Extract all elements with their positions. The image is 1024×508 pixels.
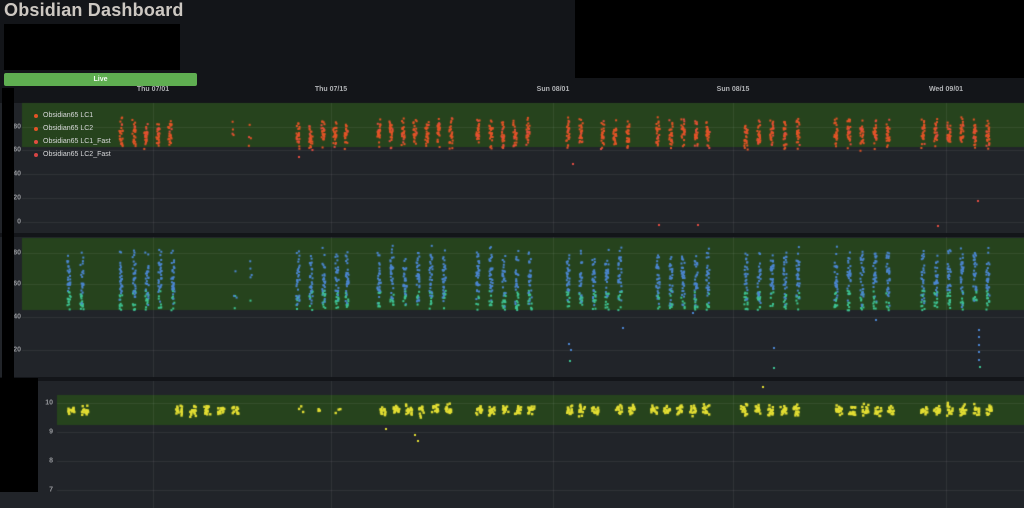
time-axis-label: Sun 08/01 bbox=[537, 86, 570, 93]
series-dot-icon bbox=[34, 114, 38, 118]
series-dot-icon bbox=[34, 127, 38, 131]
y-tick-label: 60 bbox=[13, 147, 21, 154]
y-tick-label: 8 bbox=[49, 458, 53, 465]
time-axis-label: Thu 07/15 bbox=[315, 86, 347, 93]
y-tick-label: 9 bbox=[49, 429, 53, 436]
legend-item[interactable]: Obsidian65 LC2 bbox=[34, 122, 111, 135]
legend-item[interactable]: Obsidian65 LC1_Fast bbox=[34, 135, 111, 148]
live-button[interactable]: Live bbox=[4, 73, 197, 86]
legend: Obsidian65 LC1 Obsidian65 LC2 Obsidian65… bbox=[34, 109, 111, 161]
redacted-strip-left bbox=[2, 88, 14, 378]
y-tick-label: 40 bbox=[13, 171, 21, 178]
time-axis-label: Wed 09/01 bbox=[929, 86, 963, 93]
legend-label: Obsidian65 LC2_Fast bbox=[43, 151, 111, 158]
y-tick-label: 7 bbox=[49, 487, 53, 494]
legend-label: Obsidian65 LC2 bbox=[43, 125, 93, 132]
y-tick-label: 60 bbox=[13, 281, 21, 288]
legend-item[interactable]: Obsidian65 LC1 bbox=[34, 109, 111, 122]
time-axis-label: Sun 08/15 bbox=[717, 86, 750, 93]
y-tick-label: 80 bbox=[13, 124, 21, 131]
series-dot-icon bbox=[34, 140, 38, 144]
legend-item[interactable]: Obsidian65 LC2_Fast bbox=[34, 148, 111, 161]
redacted-box-bottom-left bbox=[0, 378, 38, 492]
redacted-box-top-left bbox=[4, 24, 180, 70]
y-tick-label: 40 bbox=[13, 314, 21, 321]
time-axis-label: Thu 07/01 bbox=[137, 86, 169, 93]
series-dot-icon bbox=[34, 153, 38, 157]
legend-label: Obsidian65 LC1_Fast bbox=[43, 138, 111, 145]
y-tick-label: 20 bbox=[13, 195, 21, 202]
legend-label: Obsidian65 LC1 bbox=[43, 112, 93, 119]
y-tick-label: 10 bbox=[45, 400, 53, 407]
redacted-box-top-right bbox=[575, 0, 1024, 78]
y-tick-label: 0 bbox=[17, 219, 21, 226]
y-tick-label: 20 bbox=[13, 347, 21, 354]
y-tick-label: 80 bbox=[13, 250, 21, 257]
dashboard-page: Obsidian Dashboard Thu 07/01 Thu 07/15 S… bbox=[0, 0, 1024, 508]
